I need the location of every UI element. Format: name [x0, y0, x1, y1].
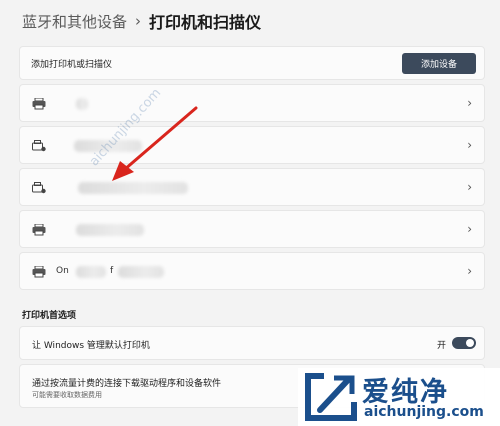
- fax-icon: [32, 182, 46, 194]
- breadcrumb-parent-link[interactable]: 蓝牙和其他设备: [22, 11, 127, 32]
- printer-name-fragment: f: [110, 266, 114, 276]
- printer-preferences-heading: 打印机首选项: [22, 311, 77, 321]
- printer-row[interactable]: ›: [19, 168, 485, 206]
- metered-download-subtext: 可能需要收取数据费用: [32, 391, 102, 399]
- printer-row[interactable]: ›: [19, 84, 485, 122]
- brand-logo-icon: [304, 372, 358, 426]
- redacted-name: [76, 98, 88, 110]
- default-printer-label: 让 Windows 管理默认打印机: [32, 341, 150, 351]
- printer-row[interactable]: On f ›: [19, 252, 485, 290]
- chevron-right-icon: ›: [467, 138, 472, 152]
- add-device-button[interactable]: 添加设备: [402, 53, 476, 74]
- printer-row[interactable]: ›: [19, 210, 485, 248]
- page-title: 打印机和扫描仪: [149, 13, 262, 32]
- fax-icon: [32, 140, 46, 152]
- default-printer-setting: 让 Windows 管理默认打印机 开: [19, 326, 485, 360]
- printer-icon: [32, 98, 46, 110]
- printer-icon: [32, 266, 46, 278]
- breadcrumb: 蓝牙和其他设备 › 打印机和扫描仪: [22, 8, 261, 34]
- metered-download-label: 通过按流量计费的连接下载驱动程序和设备软件: [32, 379, 222, 389]
- chevron-right-icon: ›: [467, 96, 472, 110]
- chevron-right-icon: ›: [467, 264, 472, 278]
- chevron-right-icon: ›: [467, 180, 472, 194]
- toggle-state-label: 开: [436, 341, 446, 351]
- redacted-name: [118, 266, 164, 278]
- redacted-name: [76, 266, 106, 278]
- printer-icon: [32, 224, 46, 236]
- add-printer-label: 添加打印机或扫描仪: [31, 60, 113, 70]
- redacted-name: [78, 182, 188, 194]
- default-printer-toggle[interactable]: [452, 337, 476, 349]
- brand-url: aichunjing.com: [364, 404, 484, 420]
- breadcrumb-separator: ›: [135, 12, 142, 30]
- printer-name: On: [56, 266, 69, 276]
- redacted-name: [76, 224, 144, 236]
- toggle-knob: [466, 339, 474, 347]
- watermark: 爱纯净 aichunjing.com: [298, 368, 500, 426]
- add-printer-card: 添加打印机或扫描仪 添加设备: [19, 46, 485, 80]
- chevron-right-icon: ›: [467, 222, 472, 236]
